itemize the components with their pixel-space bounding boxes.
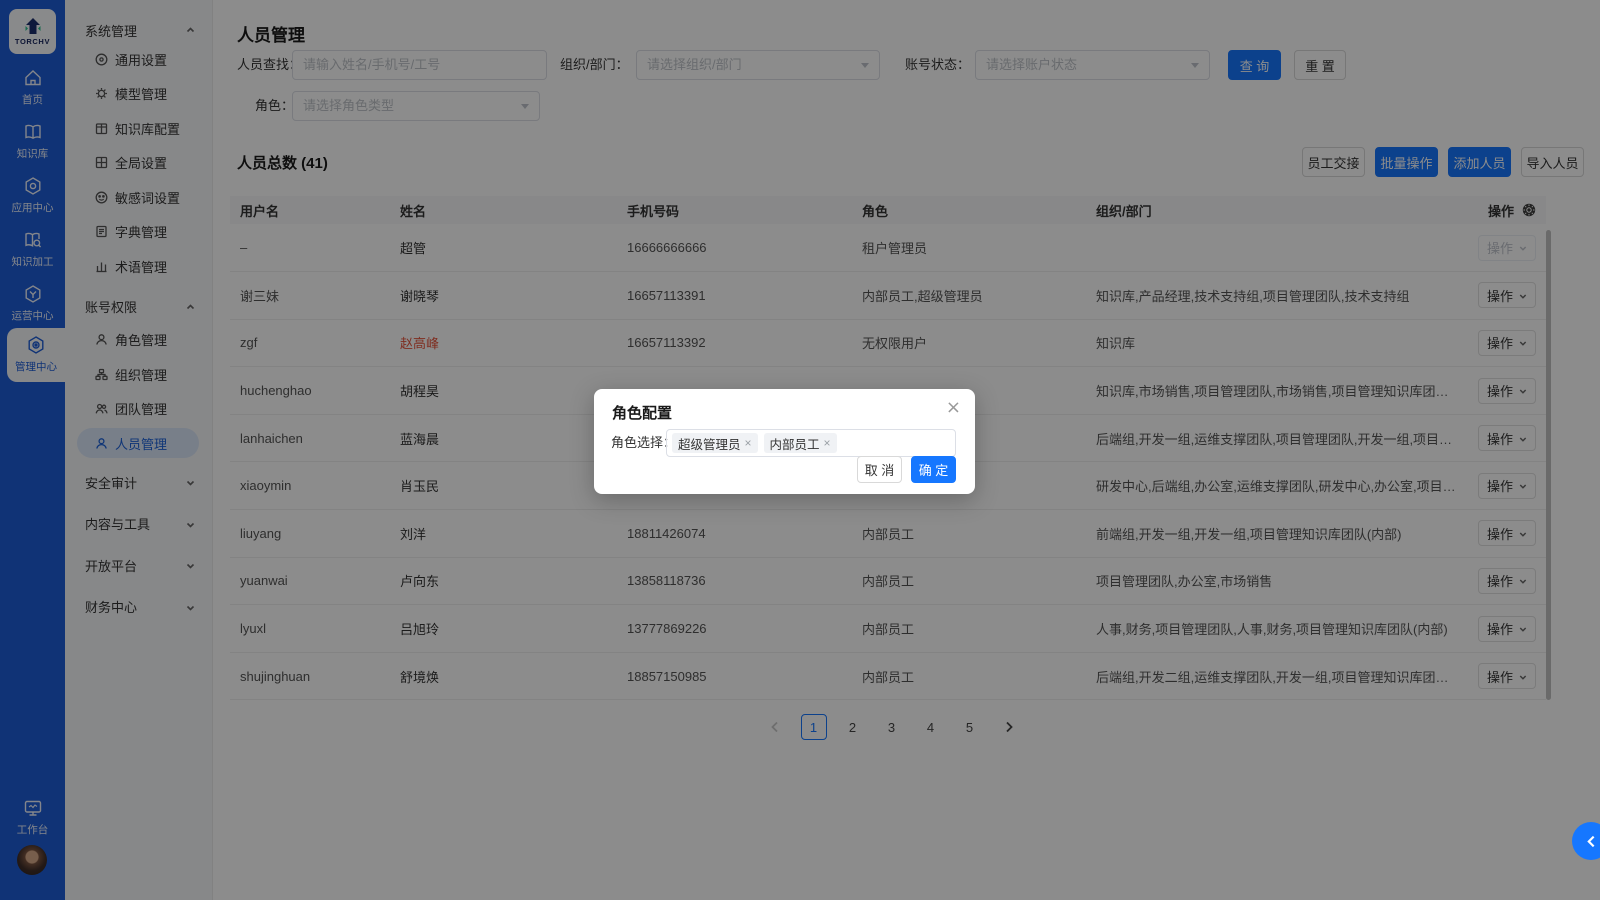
- chevron-left-icon: [1586, 835, 1594, 847]
- role-tag: 超级管理员 ×: [672, 433, 758, 453]
- confirm-button[interactable]: 确 定: [911, 456, 956, 483]
- tag-remove-icon[interactable]: ×: [745, 436, 752, 450]
- role-tags-input[interactable]: 超级管理员 × 内部员工 ×: [666, 429, 956, 457]
- tag-remove-icon[interactable]: ×: [824, 436, 831, 450]
- role-tag-label: 超级管理员: [678, 437, 741, 452]
- role-config-modal: 角色配置 × 角色选择： 超级管理员 × 内部员工 × 取 消 确 定: [594, 389, 975, 494]
- modal-title: 角色配置: [612, 405, 673, 422]
- role-tag-label: 内部员工: [769, 437, 820, 452]
- cancel-button[interactable]: 取 消: [857, 456, 902, 483]
- close-icon[interactable]: ×: [946, 397, 961, 418]
- role-tag: 内部员工 ×: [763, 433, 837, 453]
